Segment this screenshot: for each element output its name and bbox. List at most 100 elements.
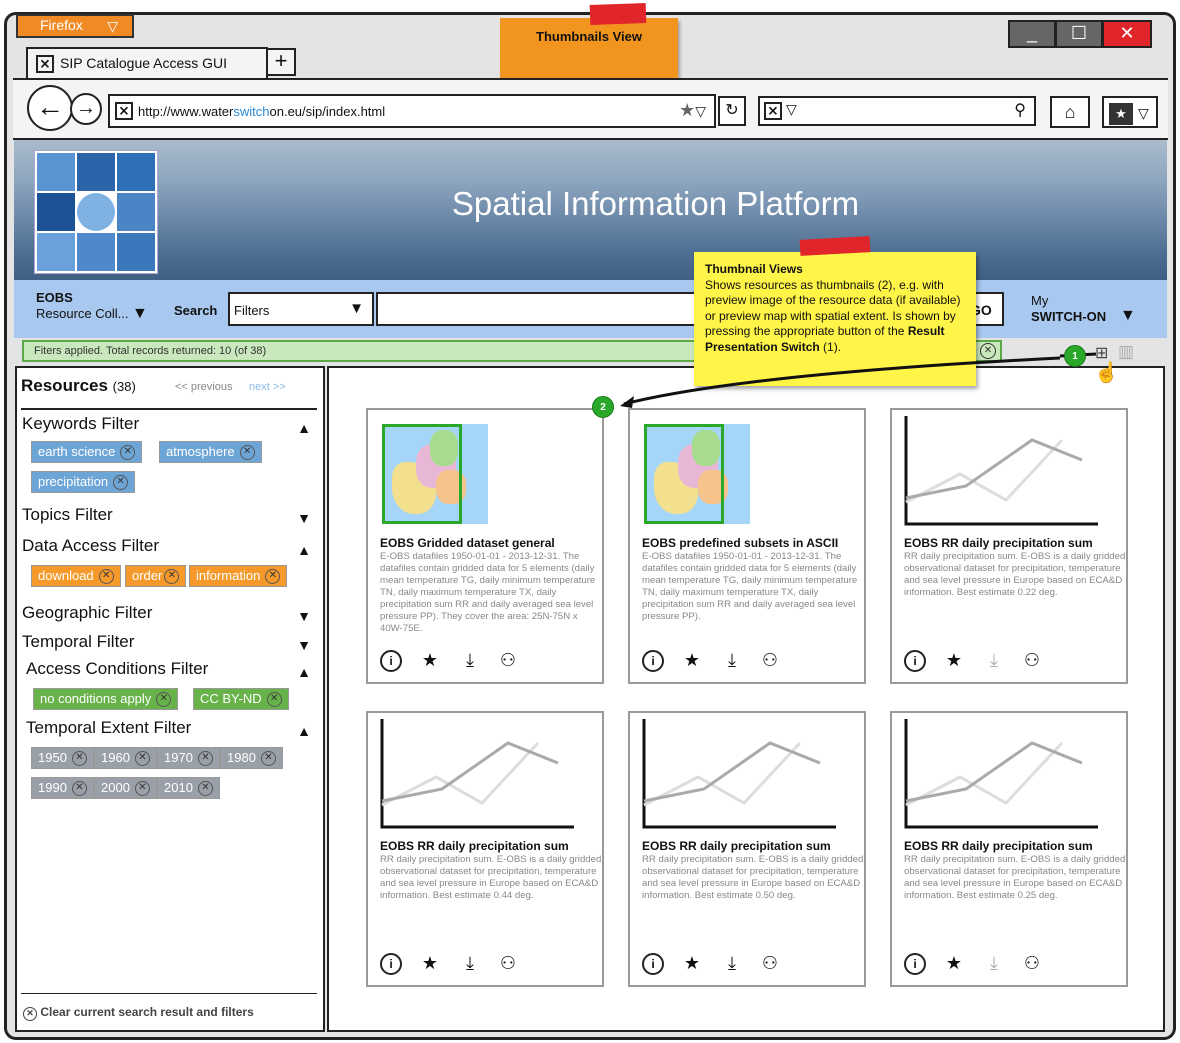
favorite-star-icon[interactable]: ★: [942, 953, 966, 974]
condition-tag[interactable]: CC BY-ND ✕: [193, 688, 289, 710]
year-tag[interactable]: 2000 ✕: [94, 777, 157, 799]
card-title[interactable]: EOBS predefined subsets in ASCII: [642, 536, 838, 550]
forward-button[interactable]: →: [70, 93, 102, 125]
collection-select[interactable]: Resource Coll...: [36, 306, 128, 321]
info-icon[interactable]: i: [904, 953, 926, 975]
remove-icon[interactable]: ✕: [120, 445, 136, 461]
card-title[interactable]: EOBS RR daily precipitation sum: [380, 839, 569, 853]
share-icon[interactable]: ⚇: [758, 953, 782, 974]
data-access-filter-header[interactable]: Data Access Filter: [22, 536, 159, 556]
keywords-filter-header[interactable]: Keywords Filter: [22, 414, 139, 434]
chevron-down-icon[interactable]: ▼: [297, 637, 311, 653]
filters-select[interactable]: Filters ▼: [228, 292, 374, 326]
resource-card[interactable]: EOBS RR daily precipitation sum RR daily …: [366, 711, 604, 987]
remove-icon[interactable]: ✕: [134, 751, 150, 767]
share-icon[interactable]: ⚇: [496, 650, 520, 671]
keyword-tag[interactable]: earth science ✕: [31, 441, 143, 463]
chevron-down-icon[interactable]: ▼: [297, 510, 311, 526]
temporal-filter-header[interactable]: Temporal Filter: [22, 632, 134, 652]
download-icon[interactable]: ⤓: [982, 953, 1006, 974]
remove-icon[interactable]: ✕: [197, 751, 213, 767]
chevron-up-icon[interactable]: ▲: [297, 420, 311, 436]
address-bar[interactable]: ⨯ http://www.waterswitchon.eu/sip/index.…: [108, 94, 716, 128]
info-icon[interactable]: i: [642, 953, 664, 975]
card-title[interactable]: EOBS RR daily precipitation sum: [642, 839, 831, 853]
chevron-up-icon[interactable]: ▲: [297, 664, 311, 680]
favorite-star-icon[interactable]: ★: [418, 650, 442, 671]
geographic-filter-header[interactable]: Geographic Filter: [22, 603, 152, 623]
access-conditions-filter-header[interactable]: Access Conditions Filter: [26, 659, 208, 679]
bookmarks-button[interactable]: ★ ▽: [1102, 96, 1158, 128]
keyword-tag[interactable]: atmosphere ✕: [159, 441, 262, 463]
remove-icon[interactable]: ✕: [265, 569, 281, 585]
info-icon[interactable]: i: [380, 953, 402, 975]
access-tag[interactable]: order ✕: [125, 565, 187, 587]
minimize-button[interactable]: _: [1008, 20, 1056, 48]
card-title[interactable]: EOBS Gridded dataset general: [380, 536, 555, 550]
download-icon[interactable]: ⤓: [458, 953, 482, 974]
resource-card[interactable]: EOBS RR daily precipitation sum RR daily …: [890, 711, 1128, 987]
temporal-extent-filter-header[interactable]: Temporal Extent Filter: [26, 718, 191, 738]
search-input[interactable]: [376, 292, 706, 326]
favorite-star-icon[interactable]: ★: [942, 650, 966, 671]
back-button[interactable]: ←: [27, 85, 73, 131]
favorite-star-icon[interactable]: ★: [418, 953, 442, 974]
topics-filter-header[interactable]: Topics Filter: [22, 505, 113, 525]
remove-icon[interactable]: ✕: [266, 692, 282, 708]
card-title[interactable]: EOBS RR daily precipitation sum: [904, 536, 1093, 550]
year-tag[interactable]: 1950 ✕: [31, 747, 94, 769]
year-tag[interactable]: 1980 ✕: [220, 747, 283, 769]
my-switch-on-menu[interactable]: SWITCH-ON: [1031, 309, 1106, 324]
access-tag[interactable]: download ✕: [31, 565, 121, 587]
resource-card[interactable]: EOBS RR daily precipitation sum RR daily …: [890, 408, 1128, 684]
remove-icon[interactable]: ✕: [71, 781, 87, 797]
resource-card[interactable]: EOBS RR daily precipitation sum RR daily …: [628, 711, 866, 987]
year-tag[interactable]: 1990 ✕: [31, 777, 94, 799]
bookmark-star-icon[interactable]: ★▽: [679, 100, 706, 121]
download-icon[interactable]: ⤓: [458, 650, 482, 671]
info-icon[interactable]: i: [380, 650, 402, 672]
year-tag[interactable]: 1960 ✕: [94, 747, 157, 769]
chevron-up-icon[interactable]: ▲: [297, 542, 311, 558]
next-link[interactable]: next >>: [249, 381, 286, 393]
maximize-button[interactable]: ☐: [1055, 20, 1103, 48]
year-tag[interactable]: 2010 ✕: [157, 777, 220, 799]
share-icon[interactable]: ⚇: [758, 650, 782, 671]
remove-icon[interactable]: ✕: [164, 569, 180, 585]
reload-button[interactable]: ↻: [718, 96, 746, 126]
clear-filters-link[interactable]: ✕ Clear current search result and filter…: [23, 1005, 254, 1021]
remove-icon[interactable]: ✕: [239, 445, 255, 461]
chevron-up-icon[interactable]: ▲: [297, 723, 311, 739]
previous-link[interactable]: << previous: [175, 381, 232, 393]
card-title[interactable]: EOBS RR daily precipitation sum: [904, 839, 1093, 853]
share-icon[interactable]: ⚇: [1020, 650, 1044, 671]
chevron-down-icon[interactable]: ▼: [297, 608, 311, 624]
favorite-star-icon[interactable]: ★: [680, 953, 704, 974]
new-tab-button[interactable]: +: [266, 48, 296, 76]
remove-icon[interactable]: ✕: [197, 781, 213, 797]
chevron-down-icon[interactable]: ▼: [132, 305, 148, 323]
download-icon[interactable]: ⤓: [720, 953, 744, 974]
remove-icon[interactable]: ✕: [98, 569, 114, 585]
year-tag[interactable]: 1970 ✕: [157, 747, 220, 769]
share-icon[interactable]: ⚇: [496, 953, 520, 974]
favorite-star-icon[interactable]: ★: [680, 650, 704, 671]
access-tag[interactable]: information ✕: [189, 565, 288, 587]
search-engine-input[interactable]: ⨯ ▽ ⚲: [758, 96, 1036, 126]
remove-icon[interactable]: ✕: [134, 781, 150, 797]
keyword-tag[interactable]: precipitation ✕: [31, 471, 136, 493]
condition-tag[interactable]: no conditions apply ✕: [33, 688, 179, 710]
resource-card[interactable]: EOBS Gridded dataset general E-OBS datafi…: [366, 408, 604, 684]
resource-card[interactable]: EOBS predefined subsets in ASCII E-OBS da…: [628, 408, 866, 684]
chevron-down-icon[interactable]: ▼: [1120, 307, 1136, 325]
info-icon[interactable]: i: [642, 650, 664, 672]
close-window-button[interactable]: ✕: [1102, 20, 1152, 48]
info-icon[interactable]: i: [904, 650, 926, 672]
remove-icon[interactable]: ✕: [71, 751, 87, 767]
share-icon[interactable]: ⚇: [1020, 953, 1044, 974]
remove-icon[interactable]: ✕: [156, 692, 172, 708]
tab-sip-catalogue[interactable]: ⨯ SIP Catalogue Access GUI: [26, 47, 268, 79]
remove-icon[interactable]: ✕: [113, 475, 129, 491]
download-icon[interactable]: ⤓: [720, 650, 744, 671]
home-button[interactable]: ⌂: [1050, 96, 1090, 128]
